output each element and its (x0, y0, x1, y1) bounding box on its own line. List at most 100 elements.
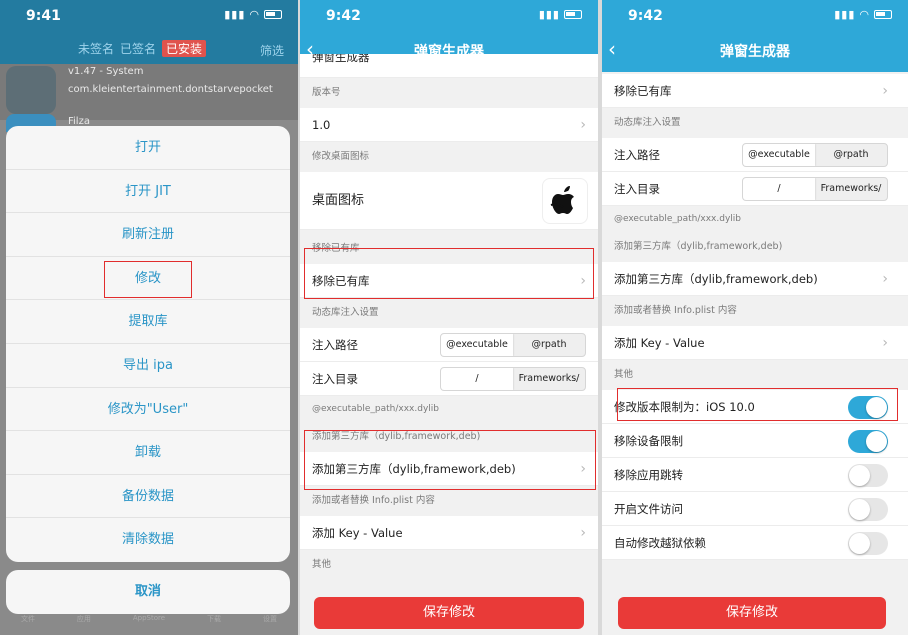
inject-path-segment: @executable @rpath (742, 143, 888, 167)
app-redirect-toggle[interactable] (848, 464, 888, 487)
status-time: 9:42 (326, 8, 361, 24)
inject-hint: @executable_path/xxx.dylib (300, 396, 598, 422)
remove-library-row[interactable]: 移除已有库 › (300, 264, 598, 298)
inject-dir-row: 注入目录 / Frameworks/ (602, 172, 908, 206)
chevron-right-icon: › (882, 271, 888, 287)
section-header: 移除已有库 (300, 234, 598, 264)
seg-root[interactable]: / (743, 178, 815, 200)
section-header: 添加或者替换 Info.plist 内容 (602, 296, 908, 326)
action-sheet: 打开 打开 JIT 刷新注册 修改 提取库 导出 ipa 修改为"User" 卸… (6, 126, 290, 562)
seg-frameworks[interactable]: Frameworks/ (815, 178, 887, 200)
chevron-right-icon: › (882, 335, 888, 351)
tab-files[interactable]: 文件 (21, 614, 35, 635)
partial-row[interactable]: 弹窗生成器 (300, 54, 598, 78)
icon-row[interactable]: 桌面图标 (300, 172, 598, 230)
toggle-label: 移除应用跳转 (614, 468, 683, 482)
file-access-toggle[interactable] (848, 498, 888, 521)
section-header: 添加第三方库（dylib,framework,deb) (300, 422, 598, 452)
menu-clear-data[interactable]: 清除数据 (6, 518, 290, 562)
toggle-label: 修改版本限制为：iOS 10.0 (614, 400, 755, 414)
toggle-row-file-access: 开启文件访问 (602, 492, 908, 526)
status-icons: ▮▮▮ (539, 8, 582, 21)
menu-modify[interactable]: 修改 (6, 257, 290, 301)
settings-list: 移除已有库 › 动态库注入设置 注入路径 @executable @rpath … (602, 74, 908, 560)
wifi-icon: ◠ (249, 8, 260, 21)
chevron-right-icon: › (580, 461, 586, 477)
seg-rpath[interactable]: @rpath (815, 144, 887, 166)
tab-signed[interactable]: 已签名 (120, 40, 156, 57)
settings-list: 弹窗生成器 版本号 1.0 › 修改桌面图标 桌面图标 移除已有库 移除已有库 … (300, 54, 598, 580)
add-key-value-label: 添加 Key - Value (614, 336, 705, 350)
tab-settings[interactable]: 设置 (263, 614, 277, 635)
add-third-party-row[interactable]: 添加第三方库（dylib,framework,deb) › (602, 262, 908, 296)
menu-uninstall[interactable]: 卸载 (6, 431, 290, 475)
inject-path-label: 注入路径 (312, 338, 358, 352)
install-status-tabs: 未签名 已签名 已安装 (78, 40, 207, 57)
device-limit-toggle[interactable] (848, 430, 888, 453)
jailbreak-deps-toggle[interactable] (848, 532, 888, 555)
apple-logo-icon (550, 186, 574, 214)
menu-open-jit[interactable]: 打开 JIT (6, 170, 290, 214)
status-bar: 9:42 ▮▮▮ ◠ (602, 0, 908, 34)
status-time: 9:41 (26, 8, 61, 24)
inject-path-label: 注入路径 (614, 148, 660, 162)
inject-dir-label: 注入目录 (312, 372, 358, 386)
tab-appstore[interactable]: AppStore (133, 614, 165, 635)
page-title: 弹窗生成器 (720, 44, 790, 60)
section-header: 动态库注入设置 (602, 108, 908, 138)
version-value: 1.0 (312, 118, 331, 132)
inject-dir-segment: / Frameworks/ (440, 367, 586, 391)
tab-downloads[interactable]: 下载 (207, 614, 221, 635)
tab-apps[interactable]: 应用 (77, 614, 91, 635)
toggle-row-device-limit: 移除设备限制 (602, 424, 908, 458)
remove-library-row[interactable]: 移除已有库 › (602, 74, 908, 108)
seg-rpath[interactable]: @rpath (513, 334, 585, 356)
inject-path-row: 注入路径 @executable @rpath (602, 138, 908, 172)
partial-row-label: 弹窗生成器 (312, 54, 370, 64)
status-bar: 9:42 ▮▮▮ (300, 0, 598, 34)
cancel-button[interactable]: 取消 (6, 570, 290, 614)
tab-unsigned[interactable]: 未签名 (78, 40, 114, 57)
save-button[interactable]: 保存修改 (314, 597, 584, 629)
menu-export-ipa[interactable]: 导出 ipa (6, 344, 290, 388)
status-icons: ▮▮▮ ◠ (224, 8, 282, 21)
app-icon-preview[interactable] (542, 178, 588, 224)
signal-icon: ▮▮▮ (224, 8, 246, 21)
add-key-value-row[interactable]: 添加 Key - Value › (300, 516, 598, 550)
section-header: 修改桌面图标 (300, 142, 598, 172)
tab-installed[interactable]: 已安装 (162, 40, 207, 57)
menu-extract-library[interactable]: 提取库 (6, 300, 290, 344)
menu-refresh-registration[interactable]: 刷新注册 (6, 213, 290, 257)
toggle-row-app-redirect: 移除应用跳转 (602, 458, 908, 492)
section-header: 动态库注入设置 (300, 298, 598, 328)
status-time: 9:42 (628, 8, 663, 24)
toggle-row-version-limit: 修改版本限制为：iOS 10.0 (602, 390, 908, 424)
app-icon (6, 66, 56, 114)
seg-executable[interactable]: @executable (441, 334, 513, 356)
version-row[interactable]: 1.0 › (300, 108, 598, 142)
toggle-label: 开启文件访问 (614, 502, 683, 516)
toggle-label: 移除设备限制 (614, 434, 683, 448)
wifi-icon: ◠ (859, 8, 870, 21)
menu-change-to-user[interactable]: 修改为"User" (6, 388, 290, 432)
seg-frameworks[interactable]: Frameworks/ (513, 368, 585, 390)
menu-backup-data[interactable]: 备份数据 (6, 475, 290, 519)
filter-button[interactable]: 筛选 (260, 42, 284, 59)
seg-executable[interactable]: @executable (743, 144, 815, 166)
add-key-value-row[interactable]: 添加 Key - Value › (602, 326, 908, 360)
add-third-party-row[interactable]: 添加第三方库（dylib,framework,deb) › (300, 452, 598, 486)
inject-dir-row: 注入目录 / Frameworks/ (300, 362, 598, 396)
tab-bar: 文件 应用 AppStore 下载 设置 (0, 614, 298, 635)
inject-hint: @executable_path/xxx.dylib (602, 206, 908, 232)
inject-path-segment: @executable @rpath (440, 333, 586, 357)
chevron-right-icon: › (580, 273, 586, 289)
save-button[interactable]: 保存修改 (618, 597, 886, 629)
menu-open[interactable]: 打开 (6, 126, 290, 170)
version-limit-toggle[interactable] (848, 396, 888, 419)
app-bundle-id: com.kleientertainment.dontstarvepocket (68, 84, 273, 95)
seg-root[interactable]: / (441, 368, 513, 390)
add-key-value-label: 添加 Key - Value (312, 526, 403, 540)
section-header: 其他 (300, 550, 598, 580)
inject-dir-segment: / Frameworks/ (742, 177, 888, 201)
popup-generator-screen-bottom: ‹ 弹窗生成器 9:42 ▮▮▮ ◠ 移除已有库 › 动态库注入设置 注入路径 … (602, 0, 908, 635)
